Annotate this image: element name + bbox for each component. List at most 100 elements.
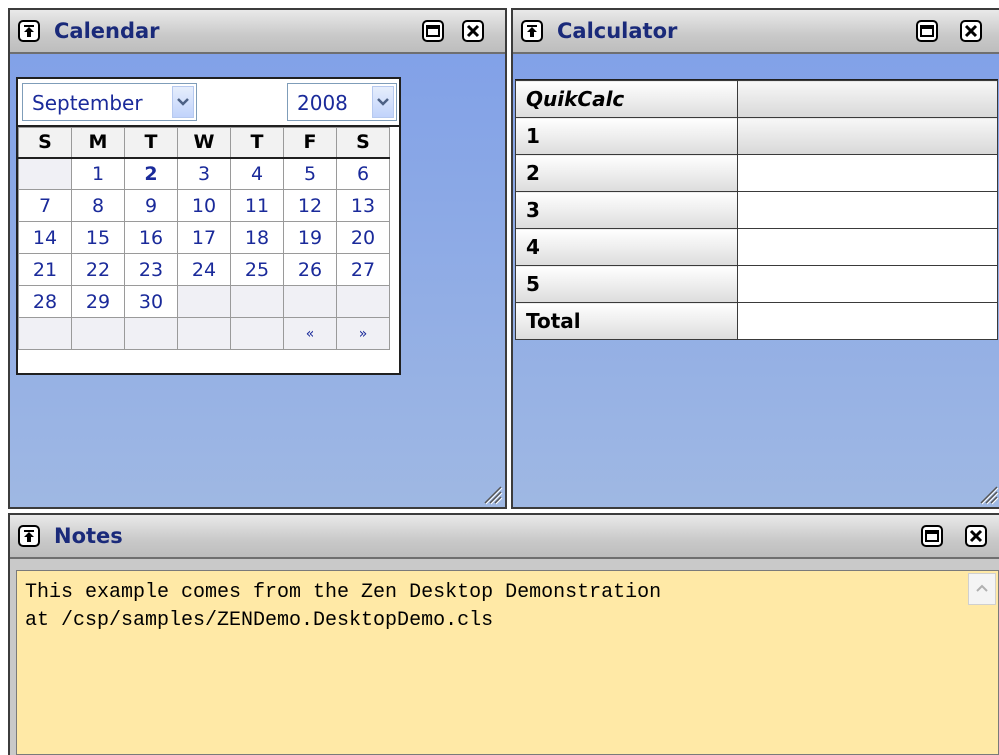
weekday-label: S (18, 127, 72, 159)
close-icon[interactable] (462, 20, 484, 42)
calendar-week-row: 7 8 9 10 11 12 13 (18, 189, 390, 222)
calculator-titlebar[interactable]: Calculator (513, 10, 999, 54)
month-select[interactable]: September (22, 83, 197, 121)
quikcalc-row: 1 (515, 117, 998, 155)
calendar-body: September 2008 S M T W T F S 1 2 3 4 5 6… (10, 54, 505, 507)
quikcalc-total-value (737, 302, 998, 340)
calendar-widget: September 2008 S M T W T F S 1 2 3 4 5 6… (16, 77, 401, 375)
weekday-label: W (177, 127, 231, 159)
calendar-day-cell[interactable]: 3 (177, 157, 231, 190)
scroll-up-icon[interactable] (968, 573, 996, 605)
notes-window: Notes This example comes from the Zen De… (8, 513, 999, 755)
calendar-day-cell[interactable]: 21 (18, 253, 72, 286)
maximize-icon[interactable] (921, 525, 943, 547)
quikcalc-row-label: 1 (515, 117, 738, 155)
calendar-day-cell[interactable]: 16 (124, 221, 178, 254)
calendar-day-cell[interactable]: 25 (230, 253, 284, 286)
calendar-day-cell[interactable]: 23 (124, 253, 178, 286)
calendar-empty-cell (18, 157, 72, 190)
calendar-day-cell[interactable]: 10 (177, 189, 231, 222)
calendar-week-row: 28 29 30 (18, 285, 390, 318)
quikcalc-row: 2 (515, 154, 998, 192)
calendar-day-cell[interactable]: 4 (230, 157, 284, 190)
quikcalc-row-label: 2 (515, 154, 738, 192)
chevron-down-icon[interactable] (372, 86, 394, 118)
quikcalc-row: 3 (515, 191, 998, 229)
calendar-empty-cell (336, 285, 390, 318)
quikcalc-header-cell (737, 80, 998, 118)
calendar-day-cell[interactable]: 18 (230, 221, 284, 254)
calendar-day-cell[interactable]: 24 (177, 253, 231, 286)
calendar-day-cell[interactable]: 17 (177, 221, 231, 254)
notes-titlebar[interactable]: Notes (10, 515, 999, 559)
calendar-nav-row: « » (18, 317, 390, 350)
calculator-title: Calculator (557, 19, 678, 43)
calendar-empty-cell (71, 317, 125, 350)
resize-grip-icon[interactable] (479, 481, 503, 505)
weekday-label: F (283, 127, 337, 159)
notes-title: Notes (54, 524, 123, 548)
calendar-day-cell[interactable]: 27 (336, 253, 390, 286)
calendar-empty-cell (124, 317, 178, 350)
collapse-icon[interactable] (18, 525, 40, 547)
maximize-icon[interactable] (916, 20, 938, 42)
year-select[interactable]: 2008 (287, 83, 397, 121)
quikcalc-input[interactable] (737, 117, 998, 155)
quikcalc-total-row: Total (515, 302, 998, 340)
next-month-button[interactable]: » (336, 317, 390, 350)
calendar-week-row: 14 15 16 17 18 19 20 (18, 221, 390, 254)
calendar-header: September 2008 (18, 79, 399, 127)
notes-textarea[interactable]: This example comes from the Zen Desktop … (16, 570, 999, 755)
calendar-week-row: 21 22 23 24 25 26 27 (18, 253, 390, 286)
calendar-day-cell[interactable]: 7 (18, 189, 72, 222)
calendar-day-cell[interactable]: 5 (283, 157, 337, 190)
year-select-value: 2008 (297, 91, 348, 115)
calendar-grid: S M T W T F S 1 2 3 4 5 6 7 8 9 10 11 12… (18, 127, 390, 350)
collapse-icon[interactable] (521, 20, 543, 42)
resize-grip-icon[interactable] (975, 481, 999, 505)
weekday-label: S (336, 127, 390, 159)
calendar-week-row: 1 2 3 4 5 6 (18, 157, 390, 190)
close-icon[interactable] (965, 525, 987, 547)
calendar-day-cell[interactable]: 26 (283, 253, 337, 286)
quikcalc-input[interactable] (737, 265, 998, 303)
calendar-day-cell[interactable]: 1 (71, 157, 125, 190)
calendar-day-cell[interactable]: 19 (283, 221, 337, 254)
calendar-day-cell[interactable]: 28 (18, 285, 72, 318)
calendar-day-cell[interactable]: 6 (336, 157, 390, 190)
quikcalc-row: 5 (515, 265, 998, 303)
quikcalc-row: 4 (515, 228, 998, 266)
calendar-day-cell-today[interactable]: 2 (124, 157, 178, 190)
calendar-title: Calendar (54, 19, 160, 43)
calendar-day-cell[interactable]: 20 (336, 221, 390, 254)
calendar-day-cell[interactable]: 12 (283, 189, 337, 222)
quikcalc-row-label: 5 (515, 265, 738, 303)
collapse-icon[interactable] (18, 20, 40, 42)
close-icon[interactable] (960, 20, 982, 42)
quikcalc-total-label: Total (515, 302, 738, 340)
calculator-window: Calculator QuikCalc 1 2 3 4 5 Total (511, 8, 999, 509)
quikcalc-input[interactable] (737, 154, 998, 192)
calendar-titlebar[interactable]: Calendar (10, 10, 505, 54)
chevron-down-icon[interactable] (172, 86, 194, 118)
month-select-value: September (32, 91, 143, 115)
calendar-day-cell[interactable]: 8 (71, 189, 125, 222)
calendar-empty-cell (283, 285, 337, 318)
quikcalc-input[interactable] (737, 191, 998, 229)
quikcalc-row-label: 3 (515, 191, 738, 229)
maximize-icon[interactable] (422, 20, 444, 42)
quikcalc-input[interactable] (737, 228, 998, 266)
quikcalc-table: QuikCalc 1 2 3 4 5 Total (515, 79, 998, 340)
prev-month-button[interactable]: « (283, 317, 337, 350)
calendar-day-cell[interactable]: 22 (71, 253, 125, 286)
calendar-day-cell[interactable]: 13 (336, 189, 390, 222)
calendar-day-cell[interactable]: 11 (230, 189, 284, 222)
calendar-day-cell[interactable]: 9 (124, 189, 178, 222)
quikcalc-header: QuikCalc (515, 80, 738, 118)
calendar-day-cell[interactable]: 15 (71, 221, 125, 254)
calendar-day-cell[interactable]: 30 (124, 285, 178, 318)
calendar-day-cell[interactable]: 14 (18, 221, 72, 254)
calendar-window: Calendar September 2008 S M T W T F S 1 … (8, 8, 507, 509)
calendar-empty-cell (177, 285, 231, 318)
calendar-day-cell[interactable]: 29 (71, 285, 125, 318)
